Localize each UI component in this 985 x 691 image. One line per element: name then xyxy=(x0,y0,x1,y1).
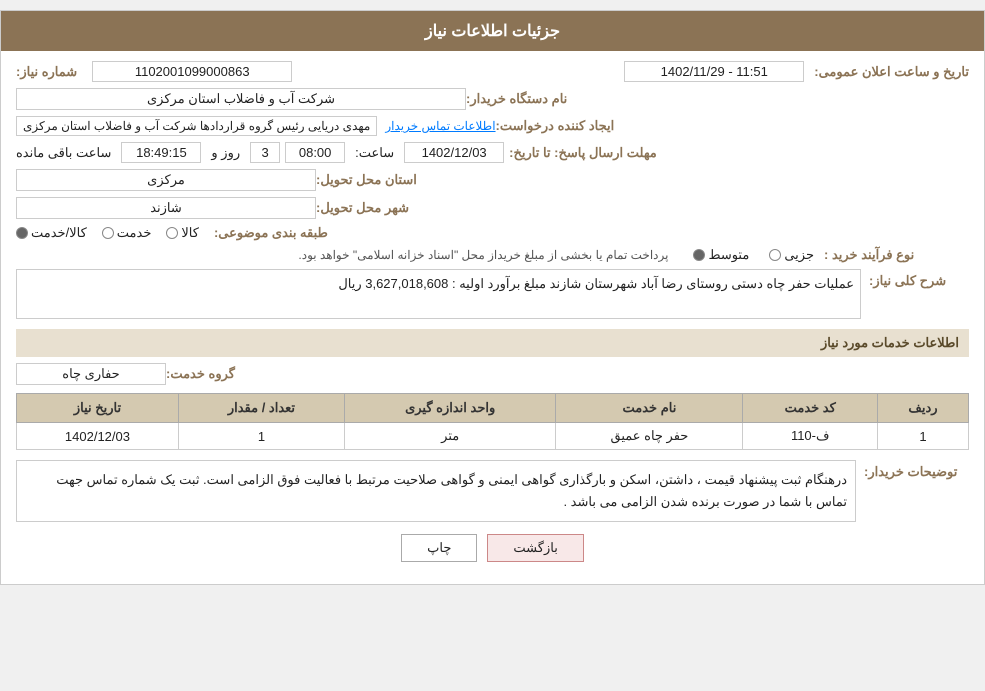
table-row: 1 ف-110 حفر چاه عمیق متر 1 1402/12/03 xyxy=(17,423,969,450)
cell-service-name: حفر چاه عمیق xyxy=(556,423,743,450)
subject-kala-khedmat-radio[interactable] xyxy=(16,227,28,239)
service-group-label: گروه خدمت: xyxy=(166,366,266,382)
process-note: پرداخت تمام یا بخشی از مبلغ خریداز محل "… xyxy=(16,248,668,262)
cell-unit: متر xyxy=(344,423,555,450)
requester-org-label: نام دستگاه خریدار: xyxy=(466,91,606,107)
back-button[interactable]: بازگشت xyxy=(487,534,583,562)
print-button[interactable]: چاپ xyxy=(401,534,477,562)
remaining-days-value: 3 xyxy=(250,142,280,163)
remaining-time-value: 18:49:15 xyxy=(121,142,201,163)
description-box: عملیات حفر چاه دستی روستای رضا آباد شهرس… xyxy=(16,269,861,319)
subject-kala-label: کالا xyxy=(181,225,199,241)
deadline-time-value: 08:00 xyxy=(285,142,345,163)
subject-kala-khedmat-label: کالا/خدمت xyxy=(31,225,87,241)
contact-link[interactable]: اطلاعات تماس خریدار xyxy=(385,119,495,133)
delivery-city-value: شازند xyxy=(16,197,316,219)
cell-date: 1402/12/03 xyxy=(17,423,179,450)
buyer-notes-text: درهنگام ثبت پیشنهاد قیمت ، داشتن، اسکن و… xyxy=(56,472,847,509)
buyer-notes-label: توضیحات خریدار: xyxy=(864,460,964,480)
subject-option-khedmat[interactable]: خدمت xyxy=(102,225,152,241)
need-number-value: 1102001099000863 xyxy=(92,61,292,82)
announce-date-label: تاریخ و ساعت اعلان عمومی: xyxy=(814,64,969,80)
description-label: شرح کلی نیاز: xyxy=(869,269,969,289)
remaining-time-label: ساعت باقی مانده xyxy=(16,145,111,161)
page-title: جزئیات اطلاعات نیاز xyxy=(1,11,984,51)
need-number-label: شماره نیاز: xyxy=(16,64,77,80)
col-service-code: کد خدمت xyxy=(743,394,878,423)
col-quantity: تعداد / مقدار xyxy=(178,394,344,423)
cell-service-code: ف-110 xyxy=(743,423,878,450)
creator-value: مهدی دریایی رئیس گروه قراردادها شرکت آب … xyxy=(16,116,377,136)
process-label: نوع فرآیند خرید : xyxy=(824,247,964,263)
subject-khedmat-label: خدمت xyxy=(117,225,152,241)
services-header: اطلاعات خدمات مورد نیاز xyxy=(16,329,969,357)
process-motavasset-radio[interactable] xyxy=(693,249,705,261)
cell-row-num: 1 xyxy=(877,423,968,450)
col-unit: واحد اندازه گیری xyxy=(344,394,555,423)
col-row-num: ردیف xyxy=(877,394,968,423)
remaining-days-label: روز و xyxy=(211,145,240,161)
process-jozi-label: جزیی xyxy=(784,247,814,263)
requester-org-value: شرکت آب و فاضلاب استان مرکزی xyxy=(16,88,466,110)
creator-label: ایجاد کننده درخواست: xyxy=(496,118,636,134)
buyer-notes-box: درهنگام ثبت پیشنهاد قیمت ، داشتن، اسکن و… xyxy=(16,460,856,522)
delivery-city-label: شهر محل تحویل: xyxy=(316,200,456,216)
subject-option-kala[interactable]: کالا xyxy=(166,225,199,241)
delivery-province-value: مرکزی xyxy=(16,169,316,191)
process-motavasset-label: متوسط xyxy=(708,247,749,263)
col-service-name: نام خدمت xyxy=(556,394,743,423)
subject-option-kala-khedmat[interactable]: کالا/خدمت xyxy=(16,225,87,241)
delivery-province-label: استان محل تحویل: xyxy=(316,172,456,188)
col-date: تاریخ نیاز xyxy=(17,394,179,423)
deadline-label: مهلت ارسال پاسخ: تا تاریخ: xyxy=(509,145,657,161)
deadline-date-value: 1402/12/03 xyxy=(404,142,504,163)
process-option-jozi[interactable]: جزیی xyxy=(769,247,814,263)
subject-label: طبقه بندی موضوعی: xyxy=(214,225,354,241)
process-jozi-radio[interactable] xyxy=(769,249,781,261)
subject-kala-radio[interactable] xyxy=(166,227,178,239)
service-group-value: حفاری چاه xyxy=(16,363,166,385)
process-option-motavasset[interactable]: متوسط xyxy=(693,247,749,263)
announce-date-value: 1402/11/29 - 11:51 xyxy=(624,61,804,82)
deadline-time-label: ساعت: xyxy=(355,145,394,161)
description-value: عملیات حفر چاه دستی روستای رضا آباد شهرس… xyxy=(338,276,854,291)
services-table: ردیف کد خدمت نام خدمت واحد اندازه گیری ت… xyxy=(16,393,969,450)
cell-quantity: 1 xyxy=(178,423,344,450)
subject-khedmat-radio[interactable] xyxy=(102,227,114,239)
button-row: بازگشت چاپ xyxy=(16,534,969,562)
